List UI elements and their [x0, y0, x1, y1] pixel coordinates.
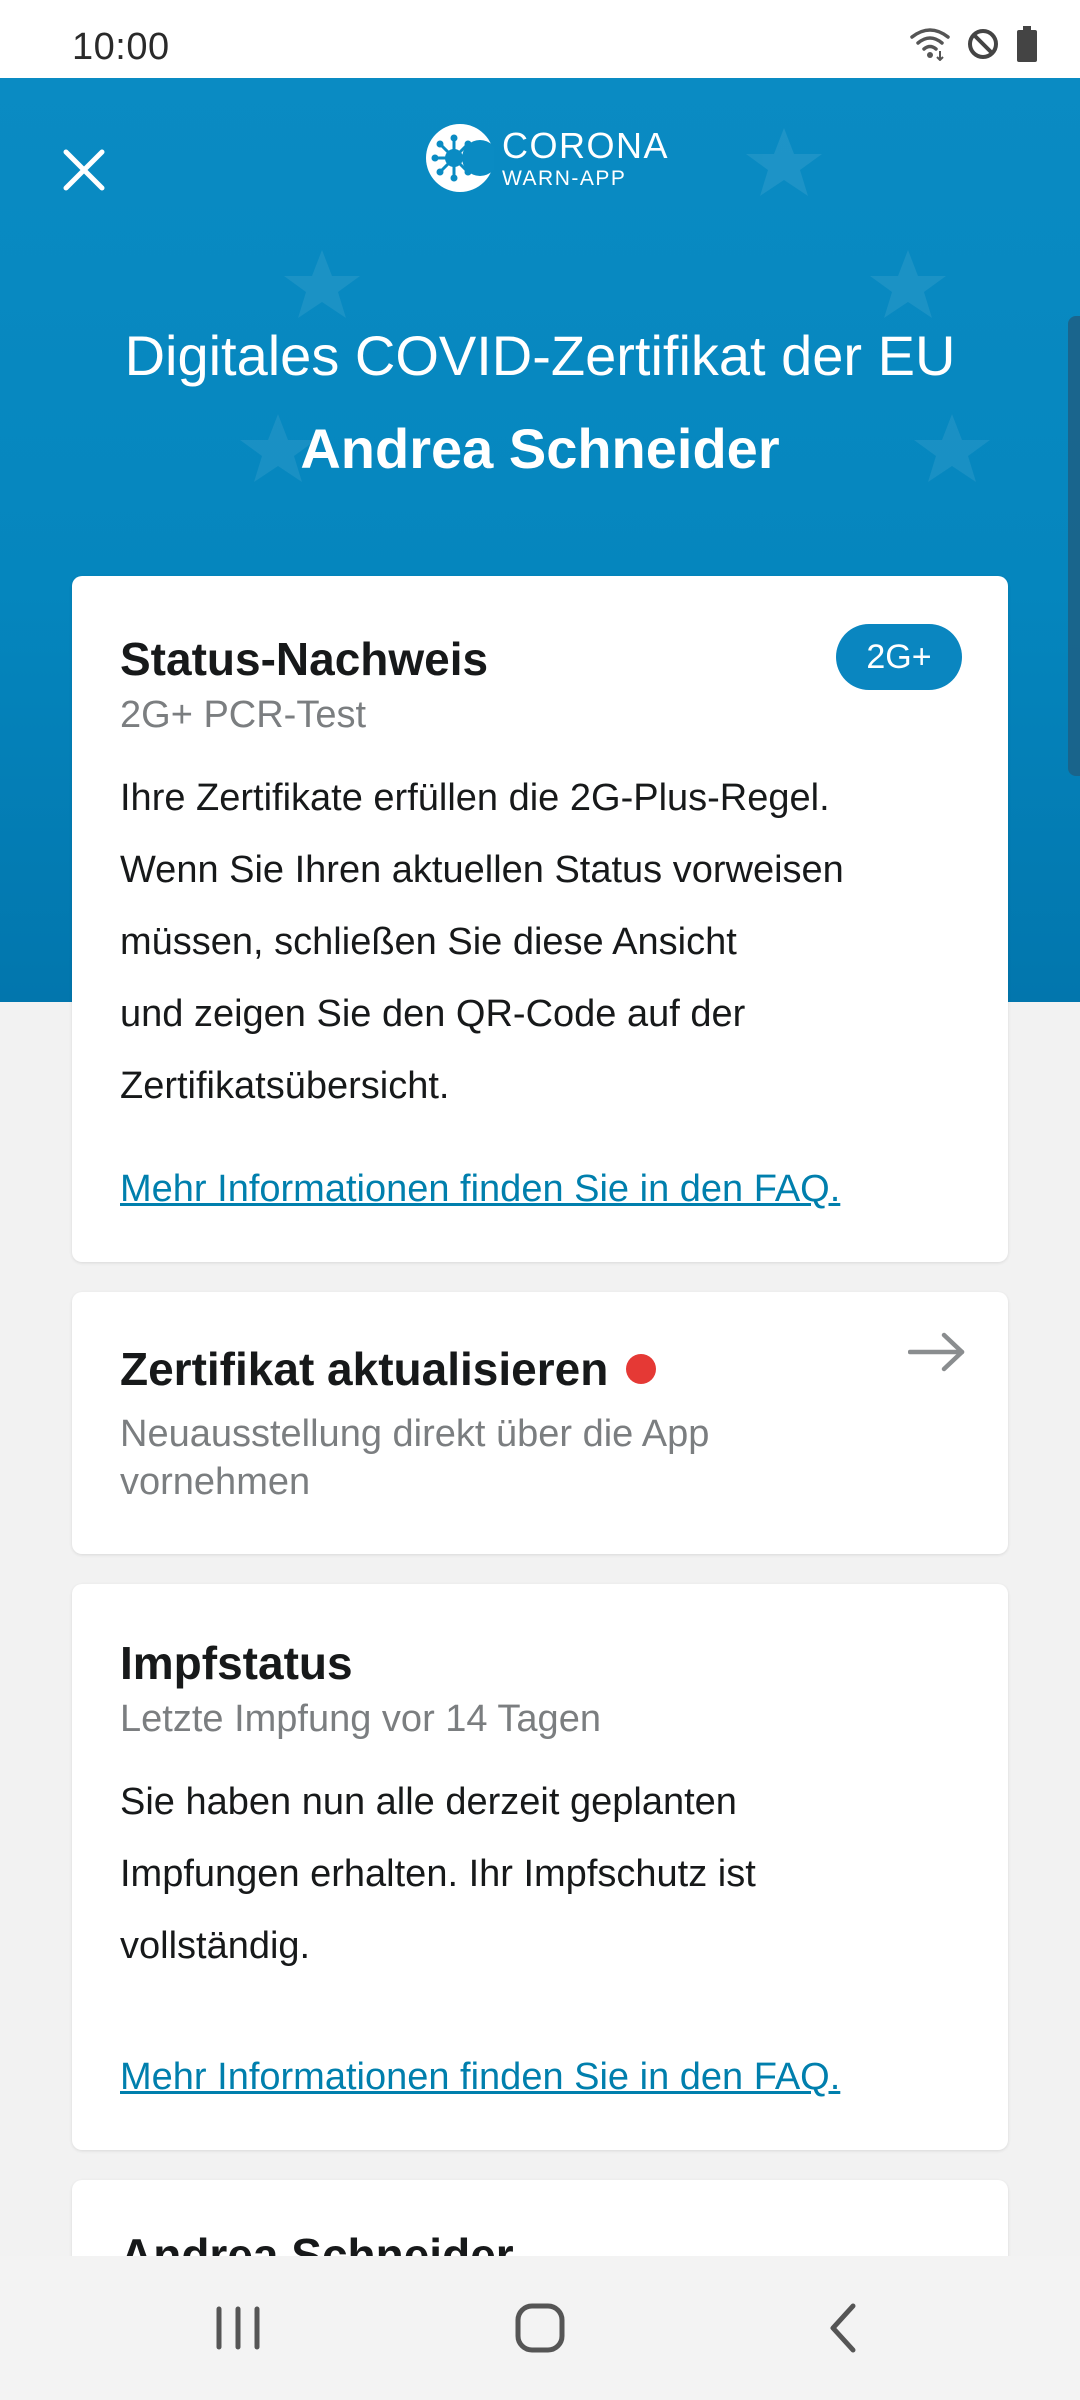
logo-subtitle: WARN-APP: [502, 166, 627, 190]
do-not-disturb-icon: [966, 27, 1000, 66]
status-bar: 10:00: [0, 0, 1080, 78]
update-subtitle-line: Neuausstellung direkt über die App: [120, 1413, 710, 1455]
recent-apps-button[interactable]: [168, 2256, 308, 2400]
update-certificate-label: Zertifikat aktualisieren: [120, 1343, 609, 1395]
status-proof-line: Wenn Sie Ihren aktuellen Status vorweise…: [120, 849, 844, 891]
notification-dot: [626, 1353, 657, 1384]
arrow-right-icon: [907, 1332, 966, 1377]
vaccination-line: Sie haben nun alle derzeit geplanten: [120, 1781, 737, 1823]
corona-warn-app-logo: CORONA WARN-APP: [424, 120, 669, 196]
status-proof-line: und zeigen Sie den QR-Code auf der: [120, 993, 746, 1035]
update-certificate-title: Zertifikat aktualisieren: [120, 1342, 657, 1396]
scroll-indicator[interactable]: [1068, 316, 1080, 776]
vaccination-faq-link[interactable]: Mehr Informationen finden Sie in den FAQ…: [120, 2056, 840, 2099]
recent-apps-icon: [216, 2306, 260, 2350]
status-time: 10:00: [72, 26, 170, 68]
status-proof-description: Ihre Zertifikate erfüllen die 2G-Plus-Re…: [120, 762, 960, 1122]
battery-icon: [1016, 26, 1038, 67]
status-proof-line: Ihre Zertifikate erfüllen die 2G-Plus-Re…: [120, 777, 830, 819]
back-button[interactable]: [774, 2256, 914, 2400]
vaccination-status-description: Sie haben nun alle derzeit geplanten Imp…: [120, 1766, 960, 1982]
app-logo-icon: [426, 124, 494, 192]
status-proof-line: müssen, schließen Sie diese Ansicht: [120, 921, 737, 963]
close-icon: [63, 149, 105, 191]
status-proof-card: Status-Nachweis 2G+ 2G+ PCR-Test Ihre Ze…: [72, 576, 1008, 1262]
close-button[interactable]: [40, 126, 128, 214]
holder-name: Andrea Schneider: [300, 417, 780, 480]
status-proof-subtitle: 2G+ PCR-Test: [120, 694, 367, 736]
back-icon: [830, 2303, 856, 2353]
update-certificate-subtitle: Neuausstellung direkt über die App vorne…: [120, 1410, 709, 1506]
update-certificate-card[interactable]: Zertifikat aktualisieren Neuausstellung …: [72, 1292, 1008, 1554]
vaccination-status-subtitle: Letzte Impfung vor 14 Tagen: [120, 1698, 601, 1740]
status-badge: 2G+: [836, 624, 962, 690]
home-button[interactable]: [470, 2256, 610, 2400]
status-proof-title: Status-Nachweis: [120, 633, 489, 685]
update-subtitle-line: vornehmen: [120, 1461, 311, 1503]
vaccination-line: Impfungen erhalten. Ihr Impfschutz ist: [120, 1853, 756, 1895]
status-faq-link[interactable]: Mehr Informationen finden Sie in den FAQ…: [120, 1168, 840, 1211]
logo-title: CORONA: [502, 124, 670, 166]
home-icon: [515, 2303, 565, 2353]
status-icons: [910, 26, 1038, 67]
vaccination-status-title: Impfstatus: [120, 1637, 353, 1689]
status-proof-line: Zertifikatsübersicht.: [120, 1065, 450, 1107]
certificate-title: Digitales COVID-Zertifikat der EU: [124, 324, 956, 387]
vaccination-status-card: Impfstatus Letzte Impfung vor 14 Tagen S…: [72, 1584, 1008, 2150]
system-navigation-bar: [0, 2256, 1080, 2400]
wifi-icon: [910, 27, 950, 66]
vaccination-line: vollständig.: [120, 1925, 311, 1967]
